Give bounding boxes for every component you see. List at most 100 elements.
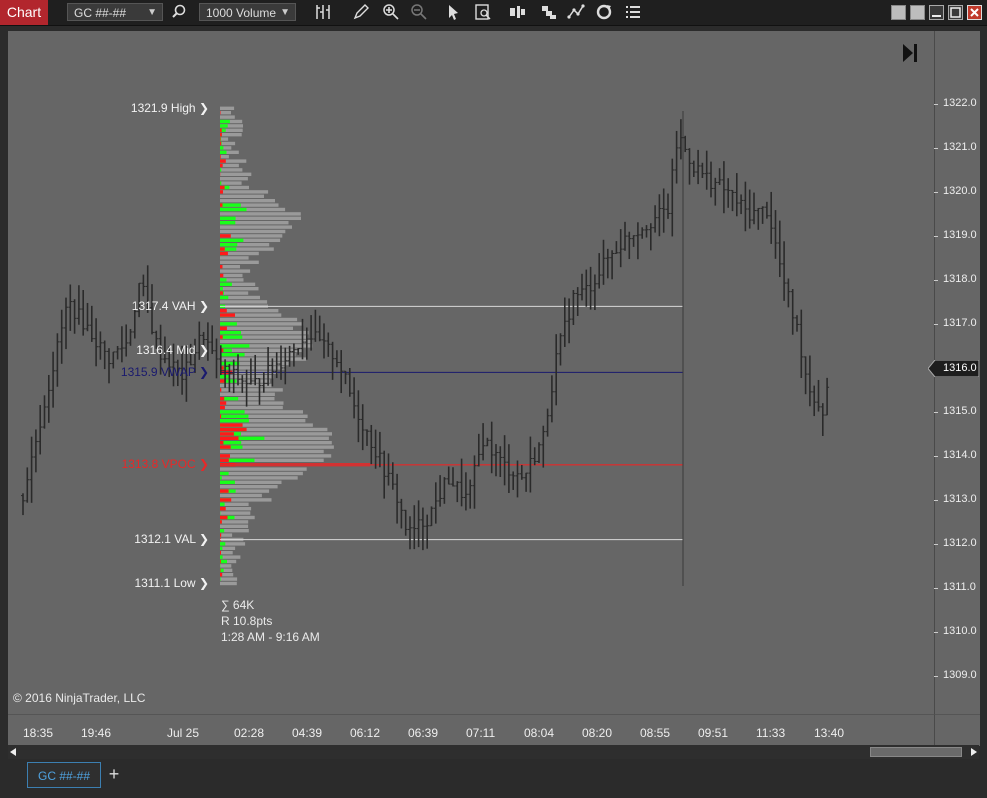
profile-sell-bar: [220, 441, 224, 445]
profile-sell-bar: [220, 133, 222, 137]
instrument-selector[interactable]: GC ##-## ▼: [67, 3, 163, 21]
profile-row: [220, 163, 239, 168]
time-tick-label: 08:20: [582, 726, 613, 740]
profile-row: [220, 260, 259, 264]
profile-sell-bar: [220, 190, 223, 194]
profile-volume-stat: ∑ 64K: [221, 598, 255, 612]
profile-sell-bar: [220, 414, 222, 418]
profile-buy-bar: [220, 577, 221, 581]
profile-sell-bar: [220, 520, 222, 524]
profile-buy-bar: [220, 124, 228, 128]
price-tick: [934, 456, 938, 457]
scroll-left-icon[interactable]: [10, 748, 16, 756]
profile-buy-bar: [220, 216, 236, 220]
axis-corner: [934, 714, 980, 746]
profile-row: [220, 115, 235, 119]
profile-row: [220, 256, 249, 260]
time-tick-label: 06:39: [408, 726, 439, 740]
profile-high-label: 1321.9 High ❯: [130, 101, 209, 115]
price-tick-label: 1312.0: [943, 537, 977, 549]
current-price-value: 1316.0: [943, 362, 977, 374]
profile-sell-bar: [220, 405, 225, 410]
scroll-to-end-icon[interactable]: [902, 43, 918, 63]
stack-bars-icon[interactable]: [508, 3, 526, 21]
scrollbar-thumb[interactable]: [870, 747, 962, 757]
properties-icon[interactable]: [624, 3, 642, 21]
profile-buy-bar: [220, 203, 241, 207]
profile-buy-bar: [220, 480, 235, 484]
interval-selector[interactable]: 1000 Volume ▼: [199, 3, 296, 21]
restore-small-icon[interactable]: [910, 5, 925, 20]
profile-row: [220, 326, 293, 330]
profile-row: [220, 137, 229, 141]
profile-mid-label: 1316.4 Mid ❯: [136, 343, 209, 357]
minimize-icon[interactable]: [929, 5, 944, 20]
stack-icon[interactable]: [540, 3, 558, 21]
profile-sell-bar: [220, 568, 221, 572]
profile-sell-bar: [220, 159, 226, 163]
profile-row: [220, 172, 252, 176]
profile-row: [220, 273, 243, 278]
profile-row: [220, 467, 307, 471]
price-tick: [934, 236, 938, 237]
profile-sell-bar: [220, 128, 222, 132]
profile-buy-bar: [220, 353, 245, 357]
strategy-icon[interactable]: [567, 3, 585, 21]
tab-bar: [0, 760, 987, 798]
pencil-icon[interactable]: [352, 3, 370, 21]
time-tick-label: 08:04: [524, 726, 555, 740]
profile-row: [220, 401, 284, 405]
price-tick: [934, 324, 938, 325]
profile-row: [220, 511, 251, 515]
search-icon[interactable]: [170, 3, 188, 21]
price-tick-label: 1317.0: [943, 317, 977, 329]
zoom-in-icon[interactable]: [382, 3, 400, 21]
profile-buy-bar: [220, 238, 244, 242]
tile-icon[interactable]: [891, 5, 906, 20]
profile-sell-bar: [220, 401, 227, 405]
reload-icon[interactable]: [595, 3, 613, 21]
maximize-icon[interactable]: [948, 5, 963, 20]
profile-buy-bar: [220, 476, 222, 480]
tab-instrument[interactable]: GC ##-##: [27, 762, 101, 788]
profile-buy-bar: [220, 221, 236, 225]
profile-sell-bar: [220, 507, 226, 511]
profile-sell-bar: [220, 397, 225, 401]
profile-sell-bar: [220, 313, 235, 317]
bar-type-icon[interactable]: [314, 3, 332, 21]
profile-row: [220, 177, 248, 181]
profile-row: [220, 155, 229, 159]
profile-sell-bar: [220, 111, 221, 115]
time-tick-label: Jul 25: [167, 726, 200, 740]
price-tick-label: 1315.0: [943, 405, 977, 417]
profile-row: [220, 225, 292, 229]
profile-sell-bar: [220, 436, 239, 440]
add-tab-button[interactable]: +: [106, 764, 122, 784]
profile-buy-bar: [220, 542, 226, 546]
profile-row: [220, 555, 241, 559]
profile-row: [220, 392, 275, 396]
profile-row: [220, 520, 249, 524]
pointer-icon[interactable]: [444, 3, 462, 21]
profile-sell-bar: [220, 427, 247, 432]
profile-row: [220, 309, 279, 313]
profile-sell-bar: [220, 265, 223, 269]
profile-row: [220, 529, 249, 533]
profile-buy-bar: [220, 414, 249, 418]
profile-buy-bar: [220, 243, 238, 247]
profile-buy-bar: [220, 344, 250, 348]
scroll-right-icon[interactable]: [971, 748, 977, 756]
price-tick-label: 1309.0: [943, 669, 977, 681]
zoom-out-icon[interactable]: [410, 3, 428, 21]
profile-sell-bar: [220, 432, 234, 436]
close-icon[interactable]: [967, 5, 982, 20]
profile-row: [220, 181, 242, 185]
price-tick-label: 1322.0: [943, 97, 977, 109]
profile-row: [220, 141, 236, 146]
profile-row: [220, 317, 298, 322]
data-box-icon[interactable]: [474, 3, 492, 21]
profile-buy-bar: [220, 471, 229, 476]
horizontal-scrollbar[interactable]: [8, 745, 979, 759]
profile-buy-bar: [220, 207, 247, 212]
profile-vpoc-label: 1313.8 VPOC ❯: [121, 457, 209, 471]
